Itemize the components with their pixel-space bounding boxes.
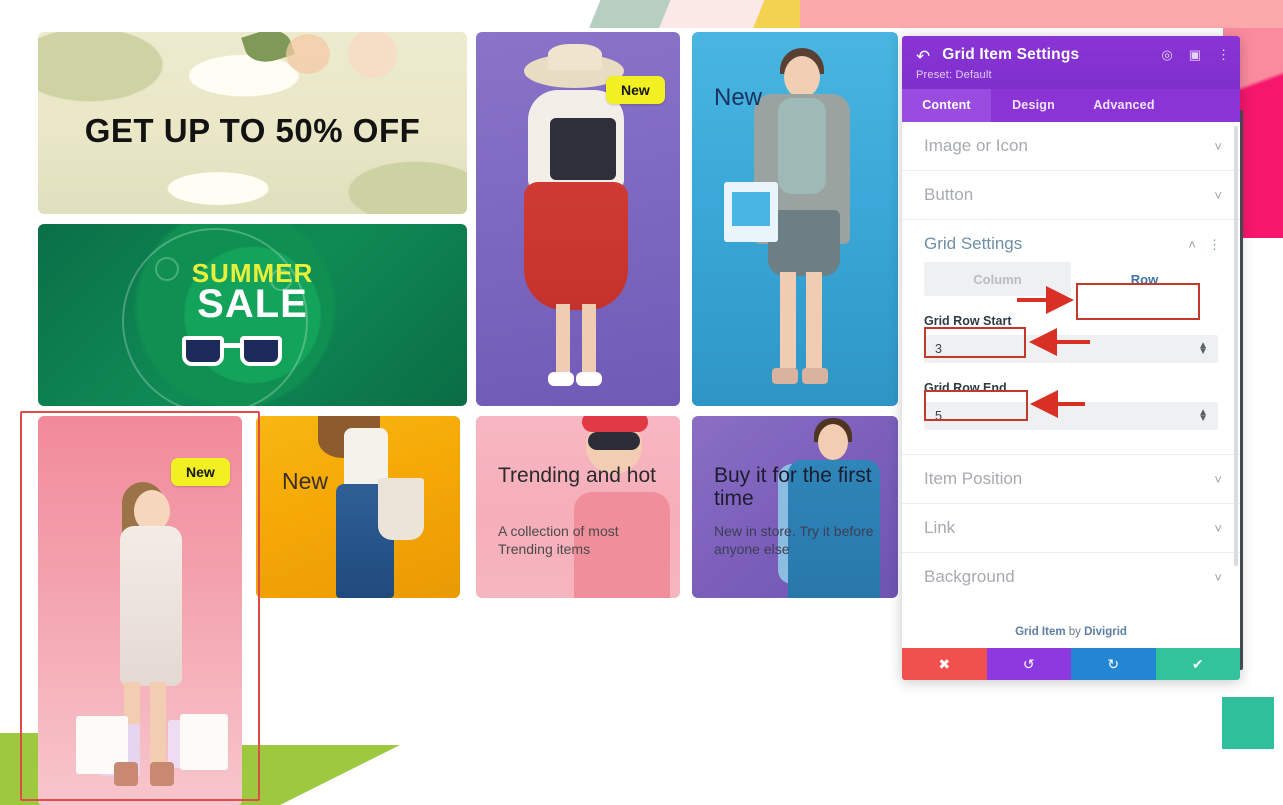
layout-icon[interactable]: ▣	[1189, 48, 1201, 61]
more-vertical-icon[interactable]: ⋮	[1208, 238, 1222, 251]
decor-right-teal	[1222, 697, 1274, 749]
section-button[interactable]: Button ˅	[902, 171, 1240, 220]
column-row-toggle[interactable]: Column Row	[924, 262, 1218, 296]
back-arrow-icon[interactable]: ↶	[916, 48, 930, 65]
flower-decor-icon	[286, 34, 330, 74]
input-grid-row-end[interactable]: 5 ▲ ▼	[924, 402, 1218, 430]
value-grid-row-start: 3	[935, 342, 942, 356]
redo-button[interactable]: ↻	[1071, 648, 1156, 680]
grid-item-sale-banner[interactable]: GET UP TO 50% OFF	[38, 32, 467, 214]
section-background[interactable]: Background ˅	[902, 553, 1240, 601]
tab-content[interactable]: Content	[902, 89, 991, 122]
decor-top-yellow	[753, 0, 842, 28]
trending-title: Trending and hot	[498, 464, 657, 487]
summer-sale-line2: SALE	[197, 282, 308, 326]
blue-card-new-label: New	[714, 84, 763, 111]
save-button[interactable]: ✔	[1155, 648, 1240, 680]
stepper-icon[interactable]: ▲ ▼	[1198, 340, 1208, 357]
grid-item-summer-sale[interactable]: SUMMER SALE	[38, 224, 467, 406]
toggle-option-column[interactable]: Column	[924, 262, 1071, 296]
section-label-image-or-icon: Image or Icon	[924, 136, 1028, 155]
decor-top-green	[589, 0, 723, 28]
tab-advanced[interactable]: Advanced	[1076, 89, 1172, 122]
badge-new-purple-card: New	[606, 76, 665, 104]
screen-root: GET UP TO 50% OFF SUMMER SALE New New Tr…	[0, 0, 1283, 805]
sale-banner-title: GET UP TO 50% OFF	[84, 112, 421, 149]
grid-settings-controls: Column Row Grid Row Start 3 ▲ ▼ Grid Row …	[902, 262, 1240, 444]
panel-title: Grid Item Settings	[942, 46, 1080, 63]
panel-credit: Grid Item by Divigrid	[902, 617, 1240, 648]
label-grid-row-end: Grid Row End	[924, 381, 1007, 395]
more-vertical-icon[interactable]: ⋮	[1217, 48, 1230, 61]
credit-by: by	[1065, 626, 1085, 638]
panel-preset-label[interactable]: Preset: Default	[916, 69, 1226, 81]
input-grid-row-start[interactable]: 3 ▲ ▼	[924, 335, 1218, 363]
target-icon[interactable]: ◎	[1161, 48, 1172, 61]
trending-subtitle: A collection of most Trending items	[498, 523, 619, 557]
grid-item-buy-first-time-card[interactable]: Buy it for the first time New in store. …	[692, 416, 898, 598]
panel-header: ↶ Grid Item Settings ◎ ▣ ⋮ Preset: Defau…	[902, 36, 1240, 89]
buy-subtitle: New in store. Try it before anyone else	[714, 523, 874, 557]
chevron-down-icon: ˅	[1214, 138, 1222, 154]
value-grid-row-end: 5	[935, 409, 942, 423]
badge-new-pink-card: New	[171, 458, 230, 486]
stepper-icon[interactable]: ▲ ▼	[1198, 407, 1208, 424]
credit-vendor: Divigrid	[1084, 626, 1127, 638]
chevron-down-icon: ˅	[1214, 471, 1222, 487]
section-item-position[interactable]: Item Position ˅	[902, 454, 1240, 504]
toggle-option-row[interactable]: Row	[1071, 262, 1218, 296]
section-label-button: Button	[924, 185, 974, 204]
panel-action-bar: ✖ ↺ ↻ ✔	[902, 648, 1240, 680]
panel-body: Image or Icon ˅ Button ˅ Grid Settings ˄…	[902, 122, 1240, 617]
buy-title: Buy it for the first time	[714, 464, 872, 510]
undo-button[interactable]: ↺	[986, 648, 1071, 680]
label-grid-row-start: Grid Row Start	[924, 314, 1012, 328]
section-label-item-position: Item Position	[924, 469, 1023, 488]
decor-top-pink	[800, 0, 1283, 28]
sunglasses-icon	[182, 336, 282, 370]
panel-tabs: Content Design Advanced	[902, 89, 1240, 122]
chevron-down-icon: ˅	[1214, 187, 1222, 203]
tab-design[interactable]: Design	[991, 89, 1076, 122]
yellow-card-new-label: New	[282, 468, 329, 494]
chevron-down-icon: ˅	[1214, 520, 1222, 536]
credit-module-name: Grid Item	[1015, 626, 1066, 638]
section-image-or-icon[interactable]: Image or Icon ˅	[902, 122, 1240, 171]
chevron-down-icon: ˅	[1214, 569, 1222, 585]
section-label-grid-settings: Grid Settings	[924, 234, 1023, 253]
grid-item-blue-girl[interactable]: New	[692, 32, 898, 406]
grid-item-trending-card[interactable]: Trending and hot A collection of most Tr…	[476, 416, 680, 598]
section-link[interactable]: Link ˅	[902, 504, 1240, 553]
section-label-background: Background	[924, 567, 1015, 586]
grid-item-settings-panel: ↶ Grid Item Settings ◎ ▣ ⋮ Preset: Defau…	[902, 36, 1240, 680]
chevron-up-icon[interactable]: ˄	[1188, 238, 1196, 251]
section-grid-settings-header[interactable]: Grid Settings ˄ ⋮	[902, 220, 1240, 262]
grid-item-yellow-jeans-girl[interactable]: New	[256, 416, 460, 598]
cancel-button[interactable]: ✖	[902, 648, 987, 680]
section-label-link: Link	[924, 518, 956, 537]
decor-top-pale	[659, 0, 803, 28]
